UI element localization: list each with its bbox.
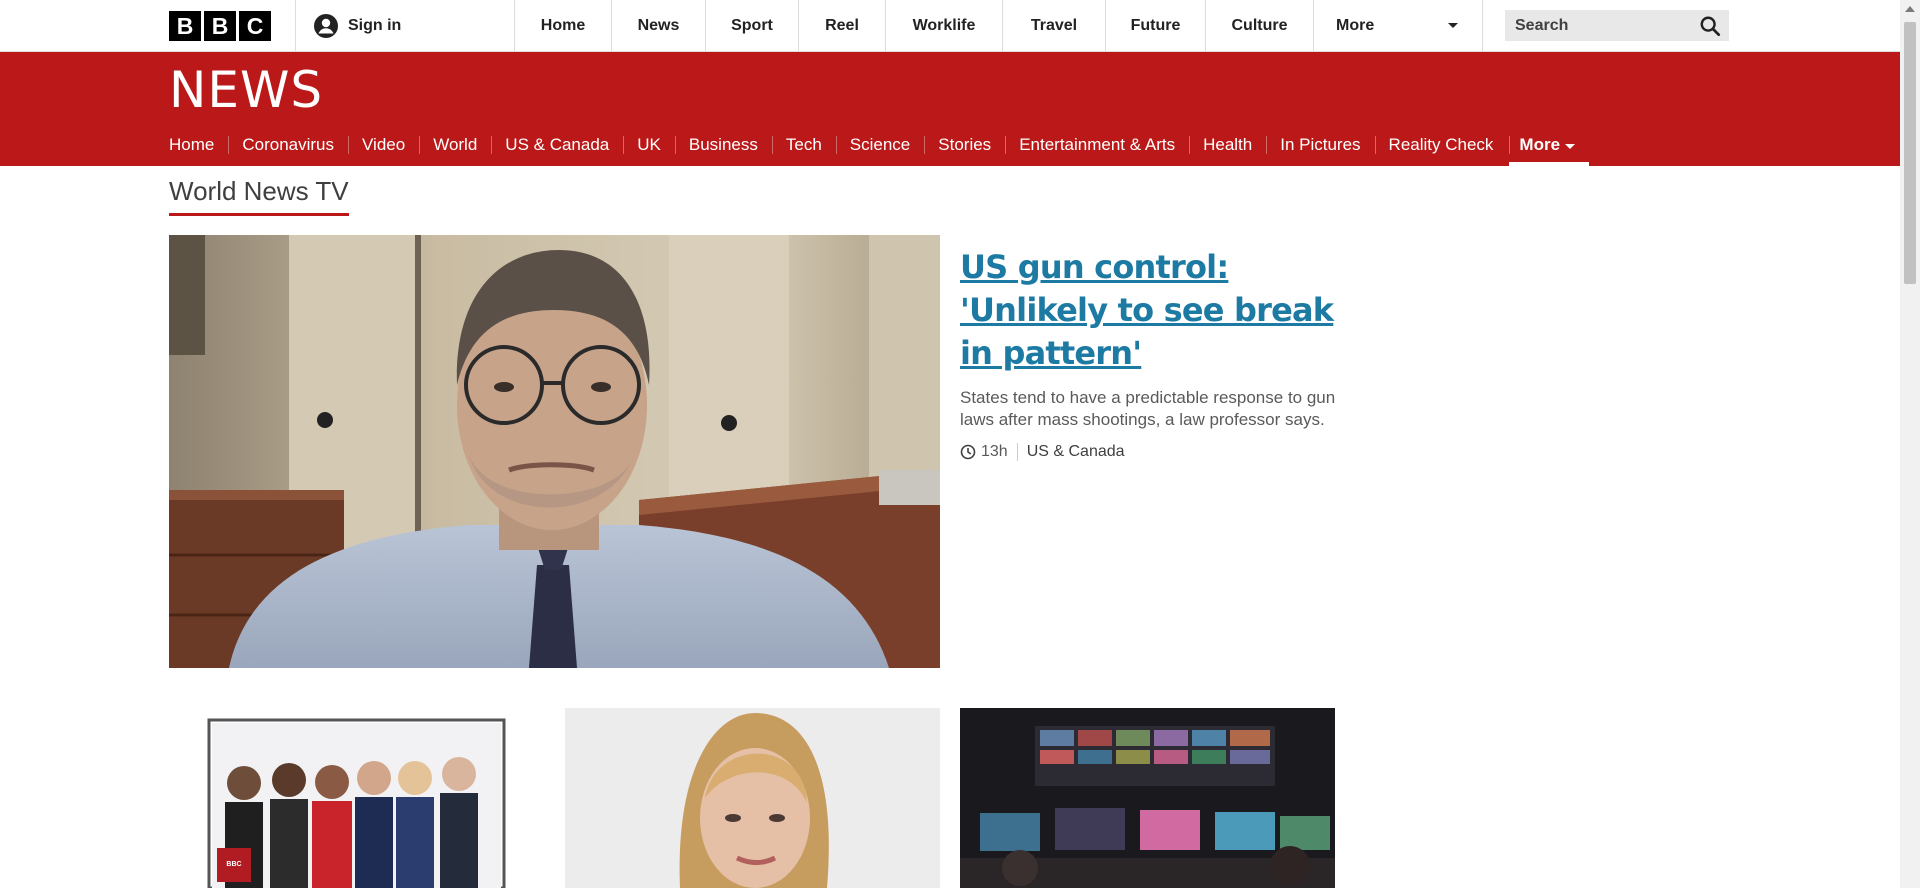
- story-thumbnail[interactable]: BBC: [169, 708, 543, 888]
- divider: [295, 0, 296, 51]
- global-nav-travel[interactable]: Travel: [1002, 0, 1105, 51]
- lead-image-illustration: [169, 235, 940, 668]
- news-nav-stories[interactable]: Stories: [924, 124, 1005, 166]
- page-scrollbar[interactable]: [1900, 0, 1920, 888]
- clock-icon: [960, 444, 976, 460]
- news-nav-home[interactable]: Home: [169, 124, 228, 166]
- news-nav-reality-check[interactable]: Reality Check: [1374, 124, 1508, 166]
- search-input[interactable]: [1513, 15, 1697, 36]
- global-nav-reel[interactable]: Reel: [798, 0, 885, 51]
- news-nav-us-canada[interactable]: US & Canada: [491, 124, 623, 166]
- lead-story-image[interactable]: [169, 235, 940, 668]
- search-box[interactable]: [1505, 10, 1729, 41]
- news-nav-more-label: More: [1519, 135, 1561, 154]
- lead-story-timestamp: 13h: [981, 443, 1008, 460]
- search-icon[interactable]: [1699, 15, 1721, 37]
- news-nav-health[interactable]: Health: [1189, 124, 1266, 166]
- chevron-down-icon: [1448, 23, 1458, 28]
- news-nav-world[interactable]: World: [419, 124, 491, 166]
- news-wordmark[interactable]: NEWS: [169, 60, 323, 120]
- bbc-global-bar: B B C Sign in Home News Sport Reel Workl…: [0, 0, 1900, 52]
- scroll-up-arrow-icon[interactable]: [1905, 6, 1915, 12]
- global-nav-home[interactable]: Home: [514, 0, 611, 51]
- news-nav-uk[interactable]: UK: [623, 124, 675, 166]
- lead-story-headline[interactable]: US gun control: 'Unlikely to see break i…: [960, 246, 1340, 375]
- divider: [1016, 443, 1018, 461]
- lead-story: US gun control: 'Unlikely to see break i…: [960, 246, 1340, 461]
- story-thumbnail[interactable]: [565, 708, 940, 888]
- news-nav-science[interactable]: Science: [835, 124, 924, 166]
- news-nav-coronavirus[interactable]: Coronavirus: [228, 124, 348, 166]
- lead-story-section-link[interactable]: US & Canada: [1027, 443, 1125, 461]
- news-nav-entertainment-arts[interactable]: Entertainment & Arts: [1005, 124, 1189, 166]
- presenter-portrait-image: [565, 708, 940, 888]
- global-nav-sport[interactable]: Sport: [705, 0, 798, 51]
- svg-text:BBC: BBC: [226, 861, 241, 868]
- page-title: World News TV: [169, 176, 349, 216]
- newsroom-image: [960, 708, 1335, 888]
- global-nav-future[interactable]: Future: [1105, 0, 1205, 51]
- lead-story-meta: 13h US & Canada: [960, 443, 1340, 461]
- sign-in-link[interactable]: Sign in: [314, 14, 401, 38]
- global-nav-worklife[interactable]: Worklife: [885, 0, 1002, 51]
- global-nav-more-label: More: [1336, 16, 1375, 34]
- news-header: NEWS Home Coronavirus Video World US & C…: [0, 52, 1900, 166]
- bbc-logo-letter: B: [169, 11, 201, 41]
- scrollbar-thumb[interactable]: [1904, 22, 1916, 284]
- global-nav-news[interactable]: News: [611, 0, 705, 51]
- news-nav-more[interactable]: More: [1509, 124, 1589, 166]
- lead-story-summary: States tend to have a predictable respon…: [960, 388, 1336, 429]
- bbc-logo-letter: C: [239, 11, 271, 41]
- chevron-down-icon: [1565, 143, 1576, 149]
- news-nav-video[interactable]: Video: [348, 124, 419, 166]
- bbc-logo[interactable]: B B C: [169, 11, 271, 41]
- bbc-logo-letter: B: [204, 11, 236, 41]
- global-nav-culture[interactable]: Culture: [1205, 0, 1313, 51]
- news-nav-tech[interactable]: Tech: [771, 124, 836, 166]
- global-nav-more[interactable]: More: [1313, 0, 1483, 51]
- global-nav: Home News Sport Reel Worklife Travel Fut…: [514, 0, 1483, 51]
- story-thumbnail[interactable]: [960, 708, 1335, 888]
- news-nav-in-pictures[interactable]: In Pictures: [1266, 124, 1374, 166]
- presenters-image: BBC: [207, 718, 506, 888]
- sign-in-label: Sign in: [348, 17, 402, 34]
- news-nav-business[interactable]: Business: [674, 124, 772, 166]
- news-nav: Home Coronavirus Video World US & Canada…: [169, 124, 1589, 166]
- user-icon: [314, 14, 338, 38]
